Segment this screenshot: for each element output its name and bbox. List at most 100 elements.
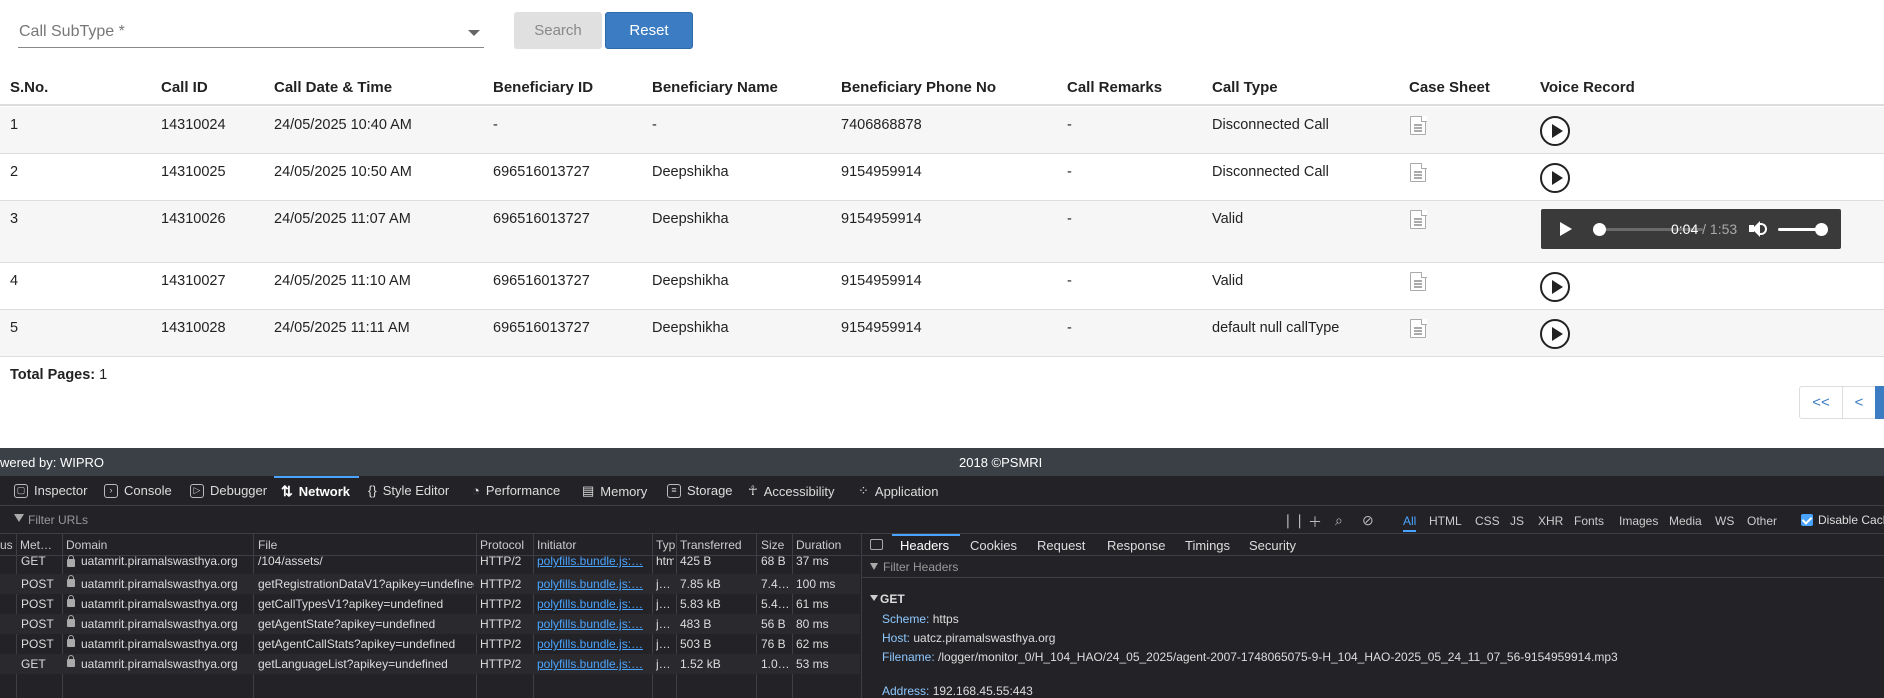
call-subtype-select[interactable]: Call SubType * xyxy=(18,18,484,48)
reset-button[interactable]: Reset xyxy=(605,12,693,49)
network-filter-bar: Filter URLs ❘❘ ＋ ⌕ ⊘ All HTML CSS JS XHR… xyxy=(0,506,1884,534)
col-type[interactable]: Typ xyxy=(656,538,675,552)
case-sheet-icon[interactable] xyxy=(1410,209,1427,229)
col-initiator[interactable]: Initiator xyxy=(537,538,576,552)
col-beneficiary-name: Beneficiary Name xyxy=(652,79,778,96)
col-transferred[interactable]: Transferred xyxy=(680,538,742,552)
chevron-down-icon[interactable] xyxy=(468,30,480,36)
table-row: 2 14310025 24/05/2025 10:50 AM 696516013… xyxy=(0,154,1884,201)
add-icon[interactable]: ＋ xyxy=(1308,512,1322,532)
request-details-panel: Headers Cookies Request Response Timings… xyxy=(861,534,1884,698)
type-filter-css[interactable]: CSS xyxy=(1475,514,1500,528)
cell-datetime: 24/05/2025 10:50 AM xyxy=(274,164,412,180)
playback-time: 0:04 / 1:53 xyxy=(1671,221,1738,237)
col-call-type: Call Type xyxy=(1212,79,1278,96)
volume-handle[interactable] xyxy=(1815,223,1828,236)
cell-sno: 1 xyxy=(10,117,19,133)
type-filter-images[interactable]: Images xyxy=(1619,514,1658,528)
filter-headers-input[interactable]: Filter Headers xyxy=(883,560,958,574)
network-row[interactable]: GET uatamrit.piramalswasthya.org /104/as… xyxy=(0,554,860,576)
expand-triangle-icon[interactable] xyxy=(870,595,878,601)
cell-datetime: 24/05/2025 10:40 AM xyxy=(274,117,412,133)
tab-memory[interactable]: ▤ Memory xyxy=(582,483,647,499)
tab-cookies[interactable]: Cookies xyxy=(970,538,1017,553)
type-filter-js[interactable]: JS xyxy=(1510,514,1524,528)
col-call-id: Call ID xyxy=(161,79,208,96)
type-filter-all[interactable]: All xyxy=(1403,514,1417,532)
lock-icon xyxy=(67,615,75,627)
powered-by: wered by: WIPRO xyxy=(0,455,105,470)
audio-player[interactable]: 0:04 / 1:53 xyxy=(1541,209,1841,249)
col-size[interactable]: Size xyxy=(761,538,784,552)
type-filter-other[interactable]: Other xyxy=(1747,514,1777,528)
filter-icon xyxy=(14,514,24,522)
cell-call-type: default null callType xyxy=(1212,320,1340,336)
play-icon[interactable] xyxy=(1540,319,1570,349)
cell-ben-id: - xyxy=(493,117,498,133)
type-filter-html[interactable]: HTML xyxy=(1429,514,1462,528)
application-icon: ⁘ xyxy=(858,483,869,498)
tab-application[interactable]: ⁘ Application xyxy=(858,483,939,499)
type-filter-media[interactable]: Media xyxy=(1669,514,1702,528)
cell-ben-name: Deepshikha xyxy=(652,320,729,336)
play-icon[interactable] xyxy=(1540,272,1570,302)
case-sheet-icon[interactable] xyxy=(1410,115,1427,135)
network-row[interactable]: POST uatamrit.piramalswasthya.org getAge… xyxy=(0,614,860,634)
col-method[interactable]: Met… xyxy=(20,538,52,552)
tab-console[interactable]: › Console xyxy=(104,483,172,498)
current-page-button[interactable] xyxy=(1875,386,1884,419)
cell-phone: 9154959914 xyxy=(841,273,922,289)
performance-icon: ◔ xyxy=(472,483,480,498)
tab-request[interactable]: Request xyxy=(1037,538,1085,553)
tab-debugger[interactable]: ▷ Debugger xyxy=(190,483,267,498)
network-row[interactable]: GET uatamrit.piramalswasthya.org getLang… xyxy=(0,654,860,674)
disable-cache-checkbox[interactable] xyxy=(1801,514,1813,526)
pause-icon[interactable]: ❘❘ xyxy=(1282,512,1305,529)
col-beneficiary-id: Beneficiary ID xyxy=(493,79,594,96)
tab-response[interactable]: Response xyxy=(1107,538,1166,553)
case-sheet-icon[interactable] xyxy=(1410,318,1427,338)
type-filter-ws[interactable]: WS xyxy=(1715,514,1734,528)
devtools-panel: ▢ Inspector › Console ▷ Debugger ⇅ Network {… xyxy=(0,476,1884,698)
type-filter-xhr[interactable]: XHR xyxy=(1538,514,1563,528)
tab-storage[interactable]: ≡ Storage xyxy=(667,483,733,498)
play-icon[interactable] xyxy=(1540,116,1570,146)
cell-call-id: 14310026 xyxy=(161,211,226,227)
network-row[interactable]: POST uatamrit.piramalswasthya.org getCal… xyxy=(0,594,860,614)
tab-style-editor[interactable]: {} Style Editor xyxy=(368,483,449,498)
case-sheet-icon[interactable] xyxy=(1410,162,1427,182)
cell-remarks: - xyxy=(1067,273,1072,289)
col-file[interactable]: File xyxy=(258,538,277,552)
seek-handle[interactable] xyxy=(1592,223,1606,236)
tab-performance[interactable]: ◔ Performance xyxy=(472,483,560,498)
memory-icon: ▤ xyxy=(582,483,595,498)
play-icon[interactable] xyxy=(1560,222,1572,236)
tab-headers[interactable]: Headers xyxy=(900,538,949,553)
network-row[interactable]: POST uatamrit.piramalswasthya.org getReg… xyxy=(0,574,860,594)
search-icon[interactable]: ⌕ xyxy=(1335,512,1343,529)
table-row: 5 14310028 24/05/2025 11:11 AM 696516013… xyxy=(0,310,1884,357)
volume-icon[interactable] xyxy=(1749,221,1767,237)
block-icon[interactable]: ⊘ xyxy=(1362,512,1374,529)
type-filter-fonts[interactable]: Fonts xyxy=(1574,514,1604,528)
prev-page-button[interactable]: < xyxy=(1842,386,1876,419)
first-page-button[interactable]: << xyxy=(1799,386,1843,419)
network-row[interactable]: POST uatamrit.piramalswasthya.org getAge… xyxy=(0,634,860,654)
col-domain[interactable]: Domain xyxy=(66,538,107,552)
copyright: 2018 ©PSMRI xyxy=(959,455,1043,470)
tab-inspector[interactable]: ▢ Inspector xyxy=(14,483,87,498)
search-button[interactable]: Search xyxy=(514,12,602,49)
tab-security[interactable]: Security xyxy=(1249,538,1296,553)
case-sheet-icon[interactable] xyxy=(1410,271,1427,291)
cell-ben-id: 696516013727 xyxy=(493,211,590,227)
tab-network[interactable]: ⇅ Network xyxy=(281,483,350,500)
tab-timings[interactable]: Timings xyxy=(1185,538,1230,553)
tab-accessibility[interactable]: ☥ Accessibility xyxy=(748,483,835,499)
detail-filename: Filename: /logger/monitor_0/H_104_HAO/24… xyxy=(882,650,1618,664)
play-icon[interactable] xyxy=(1540,163,1570,193)
col-status[interactable]: us xyxy=(0,538,13,552)
toggle-panel-icon[interactable] xyxy=(870,539,883,550)
filter-urls-input[interactable]: Filter URLs xyxy=(28,513,88,527)
col-duration[interactable]: Duration xyxy=(796,538,841,552)
col-protocol[interactable]: Protocol xyxy=(480,538,524,552)
